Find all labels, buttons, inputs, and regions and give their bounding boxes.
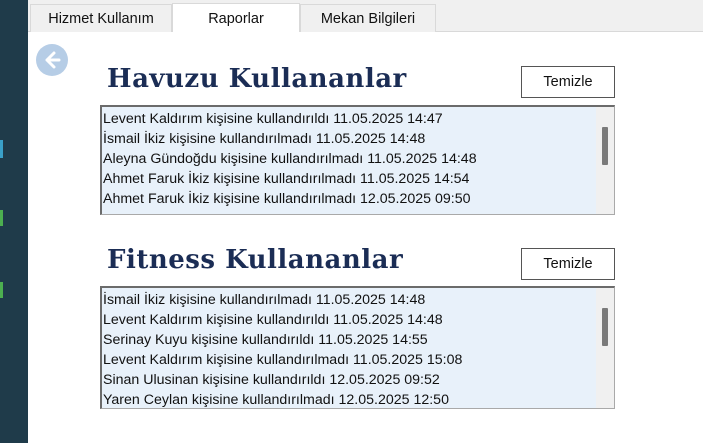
list-item[interactable]: Serinay Kuyu kişisine kullandırıldı 11.0… [102,330,596,350]
pool-scroll-thumb[interactable] [602,127,608,165]
back-button[interactable] [36,44,68,76]
pool-list-scrollbar[interactable] [596,107,614,214]
list-item[interactable]: İsmail İkiz kişisine kullandırılmadı 11.… [102,290,596,310]
list-item[interactable]: Levent Kaldırım kişisine kullandırılmadı… [102,350,596,370]
list-item[interactable]: Aleyna Gündoğdu kişisine kullandırılmadı… [102,149,596,169]
pool-clear-button[interactable]: Temizle [521,66,615,98]
list-item[interactable]: İsmail İkiz kişisine kullandırılmadı 11.… [102,129,596,149]
list-item[interactable]: Sinan Ulusinan kişisine kullandırıldı 12… [102,370,596,390]
fitness-list-rows: İsmail İkiz kişisine kullandırılmadı 11.… [102,288,596,408]
list-item[interactable]: Levent Kaldırım kişisine kullandırıldı 1… [102,310,596,330]
pool-usage-list[interactable]: Levent Kaldırım kişisine kullandırıldı 1… [100,105,615,215]
fitness-scroll-thumb[interactable] [602,308,608,346]
fitness-clear-button[interactable]: Temizle [521,248,615,280]
fitness-list-scrollbar[interactable] [596,288,614,408]
list-item[interactable]: Levent Kaldırım kişisine kullandırıldı 1… [102,109,596,129]
arrow-left-icon [45,51,61,69]
list-item[interactable]: Yaren Ceylan kişisine kullandırılmadı 12… [102,390,596,408]
reports-panel: Havuzu Kullananlar Temizle Levent Kaldır… [28,32,703,443]
tab-raporlar[interactable]: Raporlar [172,3,300,33]
list-item[interactable]: Ahmet Faruk İkiz kişisine kullandırılmad… [102,189,596,209]
tab-mekan-bilgileri[interactable]: Mekan Bilgileri [300,4,436,32]
strip-mark [0,210,3,226]
tab-hizmet-kullanim[interactable]: Hizmet Kullanım [30,4,172,32]
fitness-usage-list[interactable]: İsmail İkiz kişisine kullandırılmadı 11.… [100,286,615,409]
strip-mark [0,282,3,298]
list-item[interactable]: Ahmet Faruk İkiz kişisine kullandırılmad… [102,169,596,189]
pool-section-title: Havuzu Kullananlar [107,64,407,94]
tab-bar: Hizmet Kullanım Raporlar Mekan Bilgileri [28,0,703,33]
pool-list-rows: Levent Kaldırım kişisine kullandırıldı 1… [102,107,596,209]
strip-mark [0,140,3,158]
fitness-section-title: Fitness Kullananlar [107,245,404,275]
left-window-strip [0,0,28,443]
